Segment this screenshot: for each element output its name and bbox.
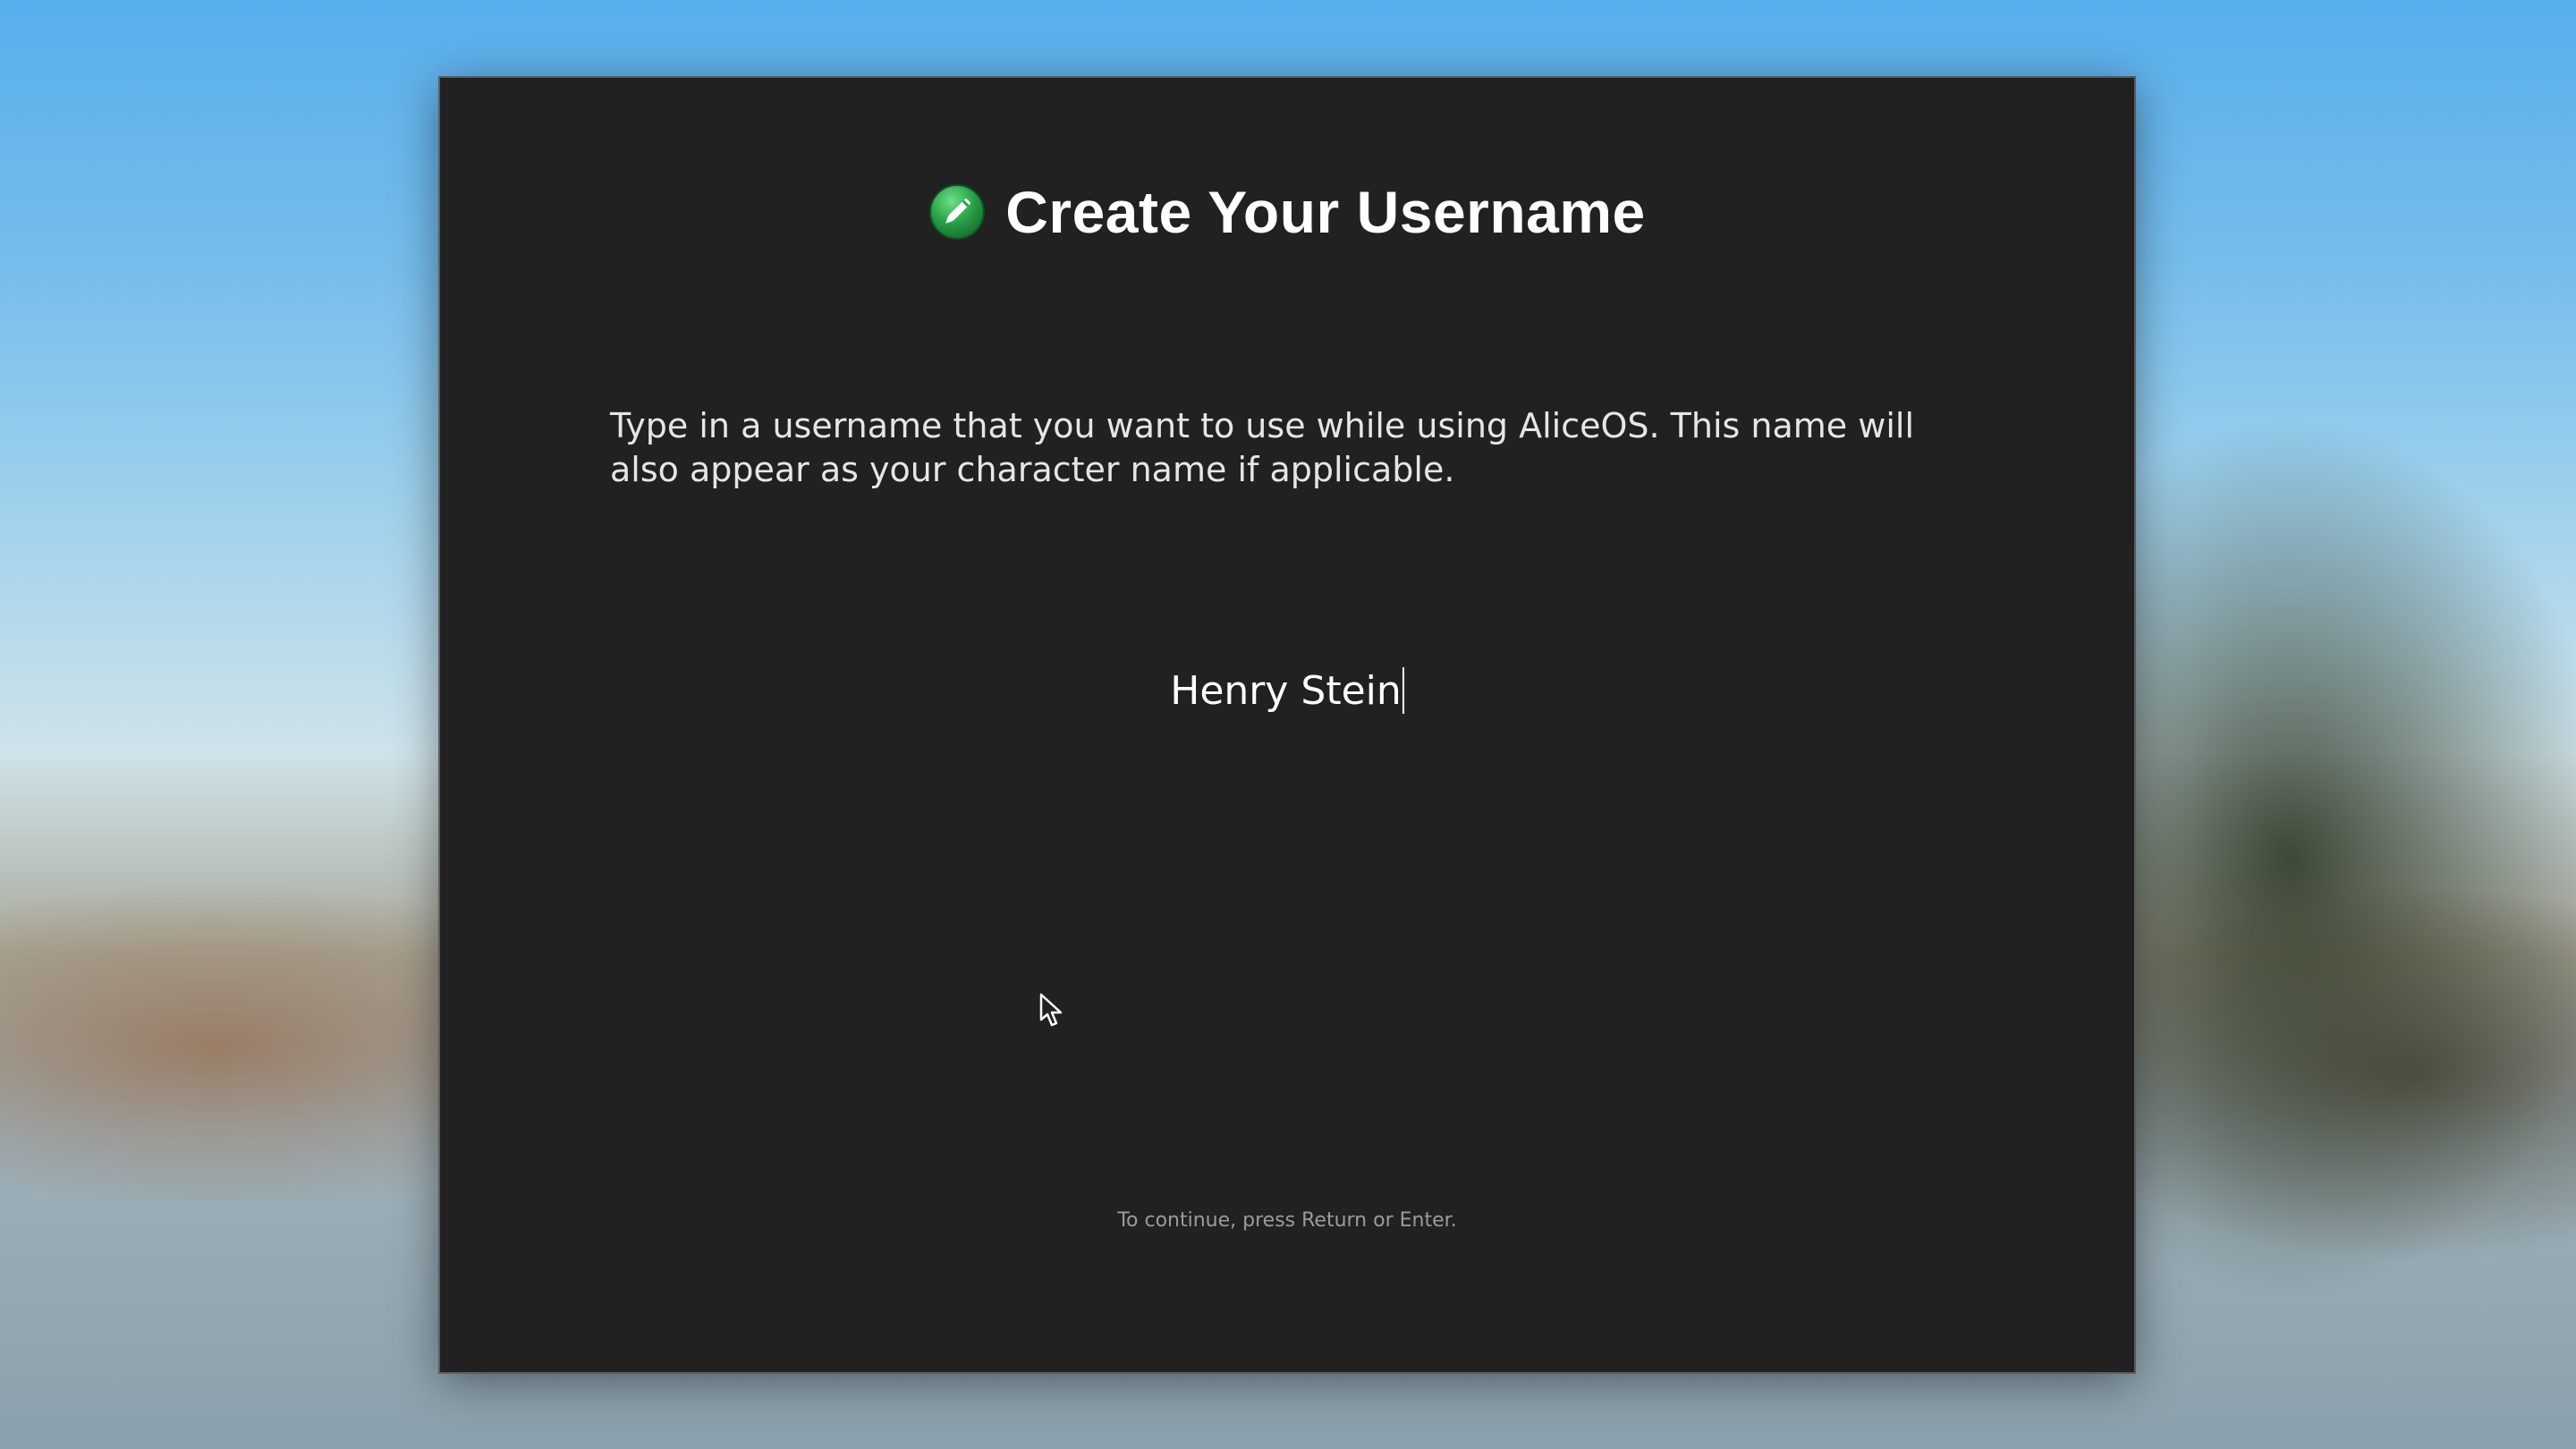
- setup-dialog: Create Your Username Type in a username …: [440, 78, 2134, 1372]
- description-text: Type in a username that you want to use …: [610, 406, 1915, 489]
- username-value: Henry Stein: [1170, 667, 1402, 714]
- page-title: Create Your Username: [1005, 179, 1646, 245]
- text-caret: [1402, 667, 1404, 714]
- continue-hint: To continue, press Return or Enter.: [1117, 1209, 1457, 1232]
- pencil-icon: [929, 184, 986, 240]
- mouse-pointer-icon: [1039, 993, 1063, 1027]
- username-input[interactable]: Henry Stein: [619, 650, 1955, 731]
- title-row: Create Your Username: [440, 167, 2134, 257]
